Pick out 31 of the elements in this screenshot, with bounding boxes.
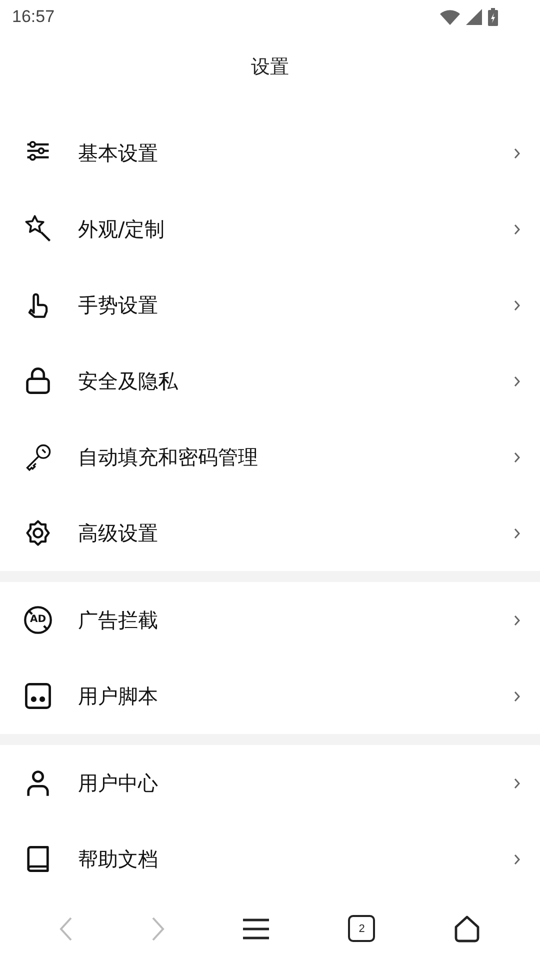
chevron-right-icon [514,614,520,626]
settings-item[interactable]: 手势设置 [0,267,540,343]
key-icon [23,442,53,472]
chevron-right-icon [514,300,520,310]
chevron-right-icon [514,376,520,386]
ad-block-icon [23,605,53,635]
page-title: 设置 [251,55,289,80]
battery-icon [488,8,498,26]
settings-item[interactable]: 用户脚本 [0,658,540,734]
lock-icon [23,366,53,396]
script-icon [23,681,53,711]
signal-icon [466,9,482,25]
wifi-icon [440,9,460,25]
chevron-right-icon [514,778,520,788]
settings-item[interactable]: 高级设置 [0,495,540,571]
chevron-right-icon [514,452,520,462]
settings-item[interactable]: 用户中心 [0,745,540,821]
status-time: 16:57 [12,7,55,27]
settings-item[interactable]: AD 广告拦截 [0,582,540,658]
settings-item[interactable]: 自动填充和密码管理 [0,419,540,495]
icon-label: AD [30,615,46,625]
chevron-right-icon [514,854,520,864]
chevron-right-icon [514,224,520,234]
magic-wand-icon [23,214,53,244]
chevron-right-icon [514,148,520,158]
settings-item[interactable]: 帮助文档 [0,821,540,897]
settings-item[interactable]: 外观/定制 [0,191,540,267]
settings-item[interactable]: 基本设置 [0,115,540,191]
settings-item[interactable]: 安全及隐私 [0,343,540,419]
chevron-right-icon [514,528,520,538]
chevron-right-icon [514,690,520,702]
